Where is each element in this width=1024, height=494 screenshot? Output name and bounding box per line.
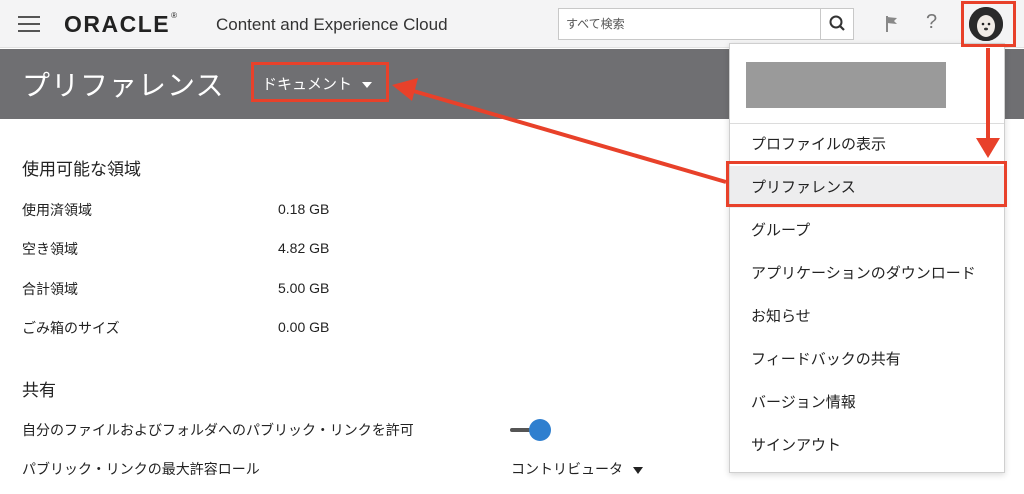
flag-icon[interactable] [884, 14, 900, 34]
max-role-select[interactable]: コントリビュータ [511, 459, 643, 479]
caret-down-icon [362, 81, 373, 88]
menu-item-groups[interactable]: グループ [730, 209, 1004, 251]
menu-item-about[interactable]: バージョン情報 [730, 381, 1004, 423]
free-space-label: 空き領域 [22, 242, 78, 258]
max-role-label: パブリック・リンクの最大許容ロール [22, 462, 260, 478]
search-input[interactable] [559, 9, 821, 39]
hamburger-menu-icon[interactable] [18, 16, 40, 32]
used-space-label: 使用済領域 [22, 203, 92, 219]
search-box [558, 8, 854, 40]
avatar-picture-icon [969, 7, 1003, 41]
sharing-section-title: 共有 [22, 381, 56, 401]
menu-item-download-apps[interactable]: アプリケーションのダウンロード [730, 252, 1004, 294]
top-bar: ORACLE® Content and Experience Cloud ? [0, 0, 1024, 48]
caret-down-icon [633, 466, 643, 474]
search-button[interactable] [820, 9, 853, 39]
trash-size-label: ごみ箱のサイズ [22, 321, 120, 337]
menu-item-preferences[interactable]: プリファレンス [730, 166, 1004, 208]
oracle-logo: ORACLE® [64, 11, 179, 37]
user-avatar[interactable] [969, 7, 1003, 41]
product-name: Content and Experience Cloud [216, 15, 448, 34]
user-name-redacted [746, 62, 946, 108]
total-space-value: 5.00 GB [278, 280, 330, 296]
help-icon[interactable]: ? [926, 11, 937, 34]
storage-section-title: 使用可能な領域 [22, 160, 141, 180]
menu-item-notifications[interactable]: お知らせ [730, 295, 1004, 337]
public-link-toggle[interactable] [510, 418, 552, 442]
user-menu: プロファイルの表示 プリファレンス グループ アプリケーションのダウンロード お… [729, 43, 1005, 473]
documents-dropdown[interactable]: ドキュメント [262, 73, 373, 94]
used-space-value: 0.18 GB [278, 201, 330, 217]
total-space-label: 合計領域 [22, 282, 78, 298]
public-link-label: 自分のファイルおよびフォルダへのパブリック・リンクを許可 [22, 423, 414, 439]
menu-item-view-profile[interactable]: プロファイルの表示 [730, 123, 1004, 165]
page-title: プリファレンス [22, 69, 225, 102]
trash-size-value: 0.00 GB [278, 319, 330, 335]
free-space-value: 4.82 GB [278, 240, 330, 256]
menu-item-sign-out[interactable]: サインアウト [730, 424, 1004, 466]
search-icon [829, 15, 845, 31]
menu-item-share-feedback[interactable]: フィードバックの共有 [730, 338, 1004, 380]
